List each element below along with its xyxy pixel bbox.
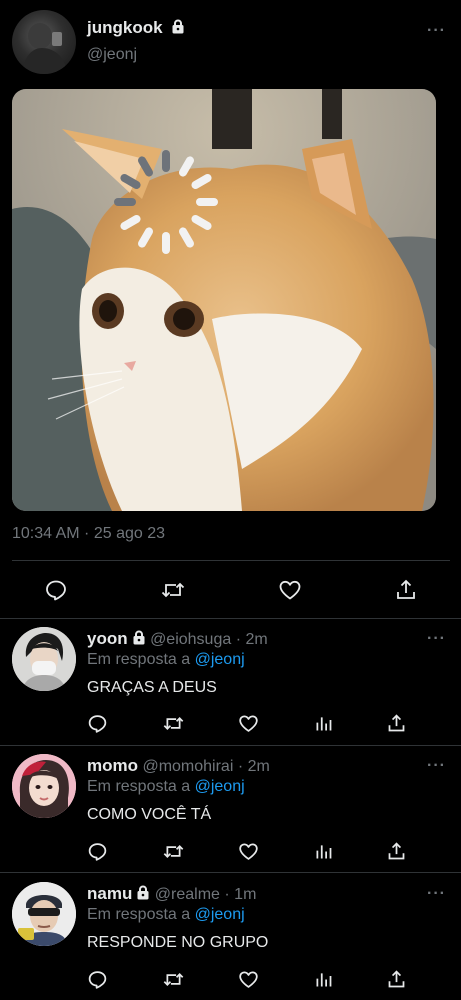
reply-icon[interactable]	[87, 713, 108, 734]
tweet-timestamp[interactable]: 10:34 AM · 25 ago 23	[12, 525, 165, 543]
divider	[0, 745, 461, 746]
retweet-icon[interactable]	[160, 578, 186, 602]
tweet-image[interactable]	[12, 89, 436, 511]
like-icon[interactable]	[238, 713, 259, 734]
more-options-button[interactable]: ···	[427, 757, 446, 775]
like-icon[interactable]	[238, 841, 259, 862]
author-name[interactable]: jungkook	[87, 18, 163, 37]
like-icon[interactable]	[238, 969, 259, 990]
like-icon[interactable]	[278, 578, 302, 602]
reply-icon[interactable]	[44, 578, 68, 602]
reply-context: Em resposta a @jeonj	[87, 651, 245, 669]
reply-header: momo @momohirai · 2m	[87, 756, 270, 776]
lock-icon	[136, 885, 150, 905]
reply-to-link[interactable]: @jeonj	[195, 778, 245, 795]
reply-text: RESPONDE NO GRUPO	[87, 934, 269, 951]
avatar[interactable]	[12, 754, 76, 818]
reply-author-handle[interactable]: @eiohsuga	[150, 631, 231, 648]
lock-icon	[132, 630, 146, 650]
reply-to-link[interactable]: @jeonj	[195, 651, 245, 668]
reply-time: · 1m	[224, 886, 257, 903]
lock-icon	[171, 19, 185, 39]
divider	[0, 618, 461, 619]
reply-icon[interactable]	[87, 969, 108, 990]
more-options-button[interactable]: ···	[427, 22, 446, 40]
reply-context: Em resposta a @jeonj	[87, 778, 245, 796]
reply-to-link[interactable]: @jeonj	[195, 906, 245, 923]
reply-header: namu @realme · 1m	[87, 884, 256, 905]
reply-header: yoon @eiohsuga · 2m	[87, 629, 268, 650]
reply-prefix: Em resposta a	[87, 906, 191, 923]
retweet-icon[interactable]	[162, 969, 185, 990]
more-options-button[interactable]: ···	[427, 630, 446, 648]
reply-author-name[interactable]: momo	[87, 756, 138, 775]
share-icon[interactable]	[386, 713, 407, 734]
reply-time: · 2m	[237, 758, 270, 775]
retweet-icon[interactable]	[162, 713, 185, 734]
retweet-icon[interactable]	[162, 841, 185, 862]
reply-icon[interactable]	[87, 841, 108, 862]
reply-context: Em resposta a @jeonj	[87, 906, 245, 924]
reply-time: · 2m	[235, 631, 268, 648]
divider	[12, 560, 450, 561]
reply-author-handle[interactable]: @realme	[155, 886, 220, 903]
analytics-icon[interactable]	[313, 969, 334, 990]
reply-text: GRAÇAS A DEUS	[87, 679, 217, 696]
reply-prefix: Em resposta a	[87, 778, 191, 795]
author-handle[interactable]: @jeonj	[87, 46, 137, 64]
reply-author-name[interactable]: yoon	[87, 629, 128, 648]
avatar[interactable]	[12, 10, 76, 74]
avatar[interactable]	[12, 882, 76, 946]
divider	[0, 872, 461, 873]
author-name-row: jungkook	[87, 18, 185, 39]
analytics-icon[interactable]	[313, 713, 334, 734]
analytics-icon[interactable]	[313, 841, 334, 862]
share-icon[interactable]	[394, 578, 418, 602]
reply-prefix: Em resposta a	[87, 651, 191, 668]
share-icon[interactable]	[386, 969, 407, 990]
share-icon[interactable]	[386, 841, 407, 862]
reply-text: COMO VOCÊ TÁ	[87, 806, 212, 823]
avatar[interactable]	[12, 627, 76, 691]
more-options-button[interactable]: ···	[427, 885, 446, 903]
reply-author-name[interactable]: namu	[87, 884, 132, 903]
reply-author-handle[interactable]: @momohirai	[142, 758, 233, 775]
